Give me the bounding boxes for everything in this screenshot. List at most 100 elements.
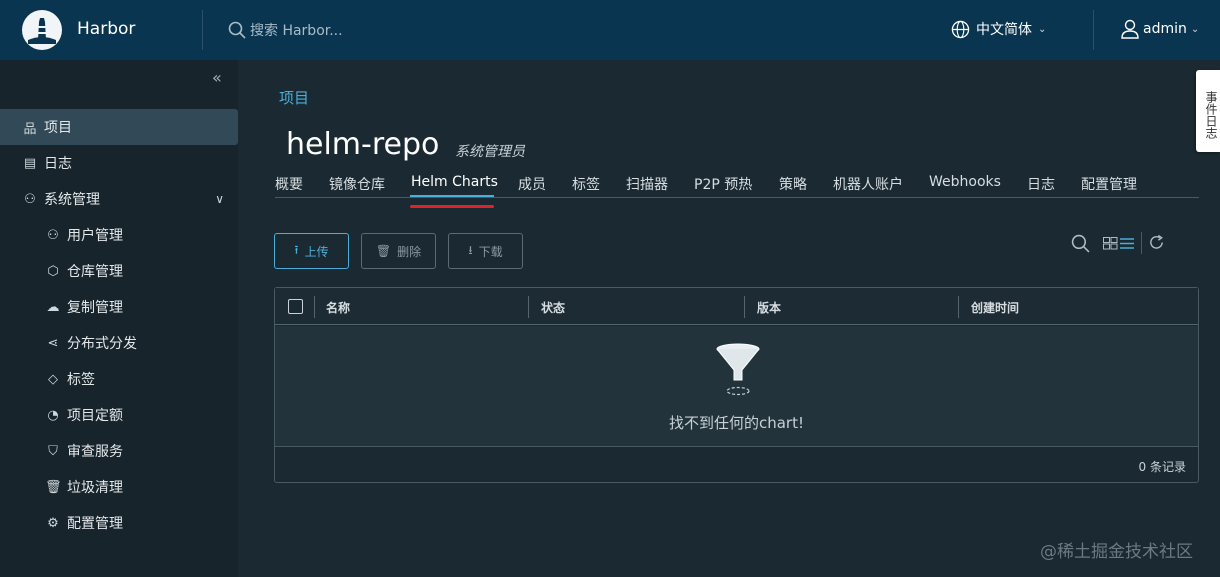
sidebar-item-label: 分布式分发 (67, 336, 137, 352)
search-icon[interactable] (1071, 234, 1090, 257)
tag-icon: ◇ (48, 371, 58, 387)
download-button[interactable]: ⭳ 下载 (448, 233, 523, 269)
sidebar-item-label: 日志 (44, 156, 72, 172)
upload-icon: ⭱ (294, 242, 299, 257)
column-version[interactable]: 版本 (757, 299, 781, 316)
tab-robot-accounts[interactable]: 机器人账户 (833, 174, 903, 194)
datagrid-header: 名称 状态 版本 创建时间 (275, 288, 1198, 325)
registry-icon: ⬡ (47, 263, 59, 279)
delete-button[interactable]: 🗑 删除 (361, 233, 436, 269)
filter-funnel-icon (716, 343, 760, 396)
tab-configuration[interactable]: 配置管理 (1081, 174, 1137, 194)
select-all-checkbox[interactable] (288, 299, 303, 314)
charts-datagrid: 名称 状态 版本 创建时间 找不到任何的chart! 0 条记录 (274, 287, 1199, 483)
collapse-sidebar-icon[interactable]: « (212, 68, 222, 87)
global-search[interactable]: 搜索 Harbor... (228, 20, 343, 40)
sidebar-item-labels[interactable]: ◇ 标签 (0, 361, 238, 397)
shield-icon: ⛉ (48, 443, 58, 459)
delete-label: 删除 (397, 244, 422, 259)
sidebar-item-label: 项目 (44, 120, 72, 136)
page-title: helm-repo (286, 127, 440, 162)
user-icon (1121, 19, 1139, 39)
column-name[interactable]: 名称 (326, 299, 350, 316)
highlight-underline (410, 205, 494, 208)
tab-helm-charts[interactable]: Helm Charts (411, 174, 498, 190)
sidebar-item-logs[interactable]: ▤ 日志 (0, 145, 238, 181)
breadcrumb[interactable]: 项目 (279, 87, 309, 108)
sidebar-item-projects[interactable]: 品 项目 (0, 109, 238, 145)
tab-logs[interactable]: 日志 (1027, 174, 1055, 194)
tab-summary[interactable]: 概要 (275, 174, 303, 194)
download-icon: ⭳ (468, 242, 473, 257)
sidebar-item-label: 标签 (67, 372, 95, 388)
sidebar-item-interrogation[interactable]: ⛉ 审查服务 (0, 433, 238, 469)
sidebar: « 品 项目 ▤ 日志 ⚇ 系统管理 ∨ ⚇ 用户管理 ⬡ 仓库管理 ☁ 复制管… (0, 60, 238, 577)
language-selector[interactable]: 中文简体 ⌄ (951, 19, 1046, 39)
column-separator (314, 296, 315, 318)
record-count: 0 条记录 (1138, 460, 1186, 474)
datagrid-footer: 0 条记录 (275, 446, 1198, 482)
sidebar-item-label: 系统管理 (44, 192, 100, 208)
distribution-icon: ⋖ (47, 335, 59, 351)
sidebar-item-label: 项目定额 (67, 408, 123, 424)
project-role: 系统管理员 (455, 144, 525, 160)
search-icon (228, 21, 246, 39)
top-header: Harbor 搜索 Harbor... 中文简体 ⌄ admin ⌄ (0, 0, 1220, 60)
active-tab-indicator (410, 195, 494, 197)
sidebar-item-gc[interactable]: 🗑 垃圾清理 (0, 469, 238, 505)
tab-repositories[interactable]: 镜像仓库 (329, 174, 385, 194)
refresh-icon[interactable] (1148, 234, 1165, 255)
sidebar-item-config[interactable]: ⚙ 配置管理 (0, 505, 238, 541)
trash-icon: 🗑 (45, 479, 62, 495)
tab-labels[interactable]: 标签 (572, 174, 600, 194)
download-label: 下载 (478, 244, 503, 259)
sidebar-item-quotas[interactable]: ◔ 项目定额 (0, 397, 238, 433)
tab-scanner[interactable]: 扫描器 (626, 174, 668, 194)
chevron-down-icon: ∨ (215, 192, 224, 206)
chevron-down-icon: ⌄ (1190, 23, 1200, 35)
admin-icon: ⚇ (24, 191, 36, 207)
username: admin (1143, 21, 1187, 37)
user-menu[interactable]: admin ⌄ (1121, 19, 1199, 39)
sidebar-item-label: 审查服务 (67, 444, 123, 460)
list-view-icon[interactable] (1120, 236, 1134, 254)
datagrid-placeholder: 找不到任何的chart! (275, 326, 1198, 446)
tab-members[interactable]: 成员 (518, 174, 546, 194)
watermark: @稀土掘金技术社区 (1040, 542, 1193, 562)
column-separator[interactable] (958, 296, 959, 318)
header-divider (1093, 10, 1094, 50)
brand-name[interactable]: Harbor (77, 19, 135, 39)
header-divider (202, 10, 203, 50)
sidebar-item-registry[interactable]: ⬡ 仓库管理 (0, 253, 238, 289)
search-input[interactable]: 搜索 Harbor... (250, 20, 343, 40)
tab-webhooks[interactable]: Webhooks (929, 174, 1001, 190)
column-status[interactable]: 状态 (541, 299, 565, 316)
gear-icon: ⚙ (47, 515, 59, 531)
tab-p2p-preheat[interactable]: P2P 预热 (694, 174, 752, 194)
sidebar-item-label: 配置管理 (67, 516, 123, 532)
sidebar-item-users[interactable]: ⚇ 用户管理 (0, 217, 238, 253)
column-separator[interactable] (744, 296, 745, 318)
sidebar-item-admin[interactable]: ⚇ 系统管理 ∨ (0, 181, 238, 217)
sidebar-item-label: 仓库管理 (67, 264, 123, 280)
sidebar-item-label: 垃圾清理 (67, 480, 123, 496)
replication-icon: ☁ (46, 299, 60, 315)
globe-icon (951, 20, 970, 38)
empty-message: 找不到任何的chart! (668, 414, 804, 432)
sidebar-item-replication[interactable]: ☁ 复制管理 (0, 289, 238, 325)
project-tabs: 概要 镜像仓库 Helm Charts 成员 标签 扫描器 P2P 预热 策略 … (275, 170, 1199, 198)
column-separator[interactable] (528, 296, 529, 318)
harbor-logo-icon[interactable] (22, 10, 62, 50)
tab-policy[interactable]: 策略 (779, 174, 807, 194)
card-view-icon[interactable] (1103, 236, 1118, 254)
event-log-tab[interactable]: 事件日志 (1196, 70, 1220, 152)
quota-icon: ◔ (47, 407, 59, 423)
sidebar-item-distribution[interactable]: ⋖ 分布式分发 (0, 325, 238, 361)
sidebar-item-label: 用户管理 (67, 228, 123, 244)
chevron-down-icon: ⌄ (1038, 23, 1047, 35)
column-created-time[interactable]: 创建时间 (971, 299, 1019, 316)
language-label: 中文简体 (976, 22, 1032, 38)
logs-icon: ▤ (23, 155, 37, 171)
upload-button[interactable]: ⭱ 上传 (274, 233, 349, 269)
projects-icon: 品 (23, 121, 37, 137)
